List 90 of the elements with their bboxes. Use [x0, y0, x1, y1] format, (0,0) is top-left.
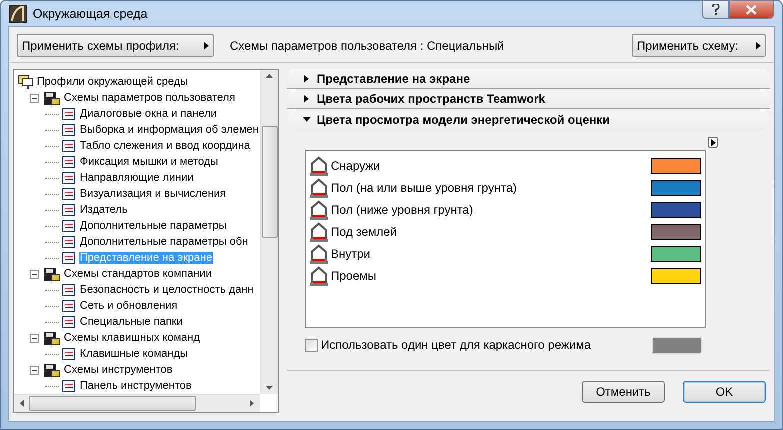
scheme-label: Схемы параметров пользователя : Специальный: [230, 38, 504, 52]
document-icon: [61, 122, 77, 138]
apply-scheme-button[interactable]: Применить схему:: [632, 34, 766, 57]
floppy-icon: [43, 330, 61, 346]
app-icon: [9, 4, 27, 22]
collapsed-arrow-icon: [303, 94, 311, 102]
color-label: Снаружи: [331, 159, 380, 173]
floppy-icon: [43, 266, 61, 282]
tree-item[interactable]: Схемы параметров пользователя: [63, 92, 236, 104]
collapse-toggle[interactable]: [30, 366, 39, 374]
color-swatch[interactable]: [651, 268, 701, 284]
document-icon: [61, 186, 77, 202]
color-swatch[interactable]: [651, 224, 701, 240]
tree-item[interactable]: Безопасность и целостность данн: [79, 284, 255, 296]
expanded-arrow-icon: [303, 116, 311, 124]
monitor-icon: [18, 74, 34, 90]
tree-item[interactable]: Выборка и информация об элемен: [79, 124, 260, 136]
collapse-toggle[interactable]: [30, 94, 39, 102]
tree-item[interactable]: Профили окружающей среды: [36, 76, 190, 88]
document-icon: [61, 282, 77, 298]
document-icon: [61, 218, 77, 234]
house-icon: [308, 266, 330, 286]
scroll-right-icon[interactable]: [250, 400, 254, 407]
house-icon: [308, 178, 330, 198]
collapse-toggle[interactable]: [30, 334, 39, 342]
color-swatch[interactable]: [651, 158, 701, 174]
collapse-toggle[interactable]: [30, 270, 39, 278]
checkbox-label: Использовать один цвет для каркасного режима: [321, 338, 592, 352]
color-swatch[interactable]: [651, 180, 701, 196]
cancel-button[interactable]: Отменить: [582, 381, 665, 403]
options-button[interactable]: [708, 137, 718, 148]
house-icon: [308, 222, 330, 242]
document-icon: [61, 170, 77, 186]
tree-item[interactable]: Фиксация мышки и методы: [79, 156, 220, 168]
caret-icon: [756, 42, 761, 50]
help-button[interactable]: [702, 0, 729, 19]
document-icon: [61, 138, 77, 154]
house-icon: [308, 244, 330, 264]
tree-item[interactable]: Дополнительные параметры обн: [79, 236, 250, 248]
color-label: Пол (на или выше уровня грунта): [331, 181, 517, 195]
house-icon: [308, 200, 330, 220]
tree-item[interactable]: Табло слежения и ввод координа: [79, 140, 252, 152]
section-header[interactable]: Цвета просмотра модели энергетической оценки: [287, 109, 770, 131]
floppy-icon: [43, 362, 61, 378]
tree-item[interactable]: Издатель: [79, 204, 129, 216]
house-icon: [308, 156, 330, 176]
tree-item[interactable]: Схемы инструментов: [63, 364, 174, 376]
tree-item[interactable]: Направляющие линии: [79, 172, 195, 184]
color-label: Внутри: [331, 247, 371, 261]
floppy-icon: [43, 90, 61, 106]
color-label: Пол (ниже уровня грунта): [331, 203, 474, 217]
ok-button[interactable]: OK: [683, 381, 766, 403]
close-icon: [746, 4, 757, 14]
caret-icon: [204, 42, 209, 50]
document-icon: [61, 378, 77, 394]
color-swatch[interactable]: [651, 246, 701, 262]
checkbox[interactable]: [305, 338, 318, 352]
apply-profile-button[interactable]: Применить схемы профиля:: [17, 34, 214, 57]
tree-item[interactable]: Диалоговые окна и панели: [79, 108, 218, 120]
tree-item[interactable]: Специальные папки: [79, 316, 184, 328]
color-label: Под землей: [331, 225, 398, 239]
document-icon: [61, 314, 77, 330]
tree-item[interactable]: Визуализация и вычисления: [79, 188, 228, 200]
document-icon: [61, 298, 77, 314]
document-icon: [61, 154, 77, 170]
horizontal-scrollbar[interactable]: [14, 394, 260, 412]
section-header[interactable]: Цвета рабочих пространств Teamwork: [287, 89, 770, 109]
tree-item[interactable]: Клавишные команды: [79, 348, 190, 360]
collapsed-arrow-icon: [303, 74, 311, 82]
tree-item[interactable]: Дополнительные параметры: [79, 220, 228, 232]
scroll-down-icon[interactable]: [266, 386, 273, 390]
vertical-scrollbar[interactable]: [260, 70, 278, 394]
close-button[interactable]: [729, 0, 774, 19]
document-icon: [61, 234, 77, 250]
tree-item[interactable]: Панель инструментов: [79, 380, 193, 392]
document-icon: [61, 106, 77, 122]
scroll-left-icon[interactable]: [20, 400, 24, 407]
scroll-up-icon[interactable]: [266, 74, 273, 78]
tree-item[interactable]: Схемы стандартов компании: [63, 268, 213, 280]
tree-item[interactable]: Сеть и обновления: [79, 300, 179, 312]
help-icon: [712, 4, 720, 15]
document-icon: [61, 202, 77, 218]
color-swatch[interactable]: [651, 202, 701, 218]
color-label: Проемы: [331, 269, 377, 283]
tree-item[interactable]: Схемы клавишных команд: [63, 332, 202, 344]
window-title: Окружающая среда: [33, 6, 148, 20]
caret-icon: [710, 138, 716, 146]
section-header[interactable]: Представление на экране: [287, 69, 770, 89]
document-icon: [61, 346, 77, 362]
document-icon: [61, 250, 77, 266]
